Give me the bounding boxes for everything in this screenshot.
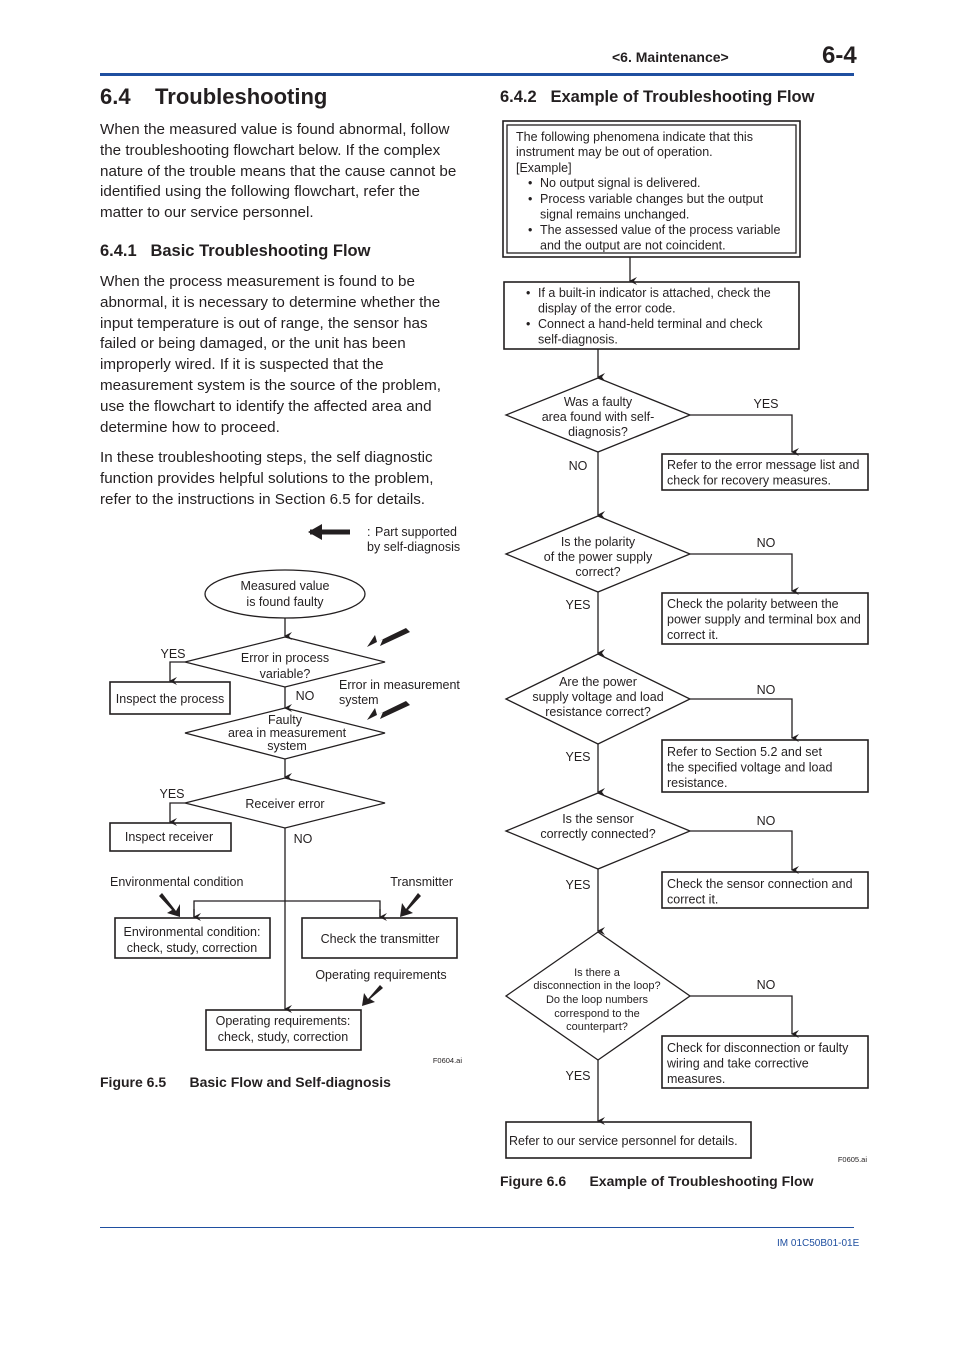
section-title: 6.4 Troubleshooting [100,84,328,109]
q2-line3: correct? [575,565,620,579]
yes-label: YES [565,1069,590,1083]
legend-label-line1: Part supported [375,525,457,539]
q5-line3: Do the loop numbers [546,994,649,1006]
figure-caption: Figure 6.5 Basic Flow and Self-diagnosis [100,1074,391,1090]
no-label: NO [296,689,315,703]
self-diagnosis-arrow-icon [362,985,383,1006]
check-item: Connect a hand-held terminal and check se… [538,317,763,347]
example-item: No output signal is delivered. [540,176,701,190]
example-item: The assessed value of the process variab… [540,223,780,253]
legend-arrowhead-icon [308,524,322,540]
q1-line1: Was a faulty [564,395,633,409]
operating-box-line2: check, study, correction [218,1030,348,1044]
self-diagnosis-arrow-icon [400,893,421,917]
q3-line1: Are the power [559,675,637,689]
no-label: NO [757,536,776,550]
q3-line2: supply voltage and load [532,690,663,704]
figure-caption: Figure 6.6 Example of Troubleshooting Fl… [500,1173,814,1189]
decision2-text-line2: area in measurement [228,726,347,740]
operating-box-line1: Operating requirements: [216,1014,351,1028]
operating-label: Operating requirements [315,968,446,982]
phenomena-text-line2: instrument may be out of operation. [516,145,713,159]
figure-file-id: F0605.ai [838,1155,868,1164]
yes-label: YES [565,750,590,764]
example-item: Process variable changes but the output s… [540,192,764,222]
paragraph-text: When the process measurement is found to… [100,273,442,436]
no-label: NO [569,459,588,473]
a3-text: Refer to Section 5.2 and set the specifie… [667,745,832,790]
yes-label: YES [160,647,185,661]
a4-text: Check the sensor connection and correct i… [667,877,853,907]
bullet-icon: • [526,286,530,300]
q2-line1: Is the polarity [561,535,636,549]
self-diagnosis-arrow-icon [159,893,180,917]
yes-label: YES [753,397,778,411]
basic-flow-diagram: : Part supported by self-diagnosis Measu… [109,524,463,1065]
q4-line1: Is the sensor [562,812,634,826]
running-header-section: <6. Maintenance> [612,49,729,65]
decision1-text-line1: Error in process [241,651,329,665]
q1-line3: diagnosis? [568,425,628,439]
a5-text: Check for disconnection or faulty wiring … [666,1041,849,1086]
final-text: Refer to our service personnel for detai… [509,1134,738,1148]
legend-colon: : [367,525,370,539]
q5-line2: disconnection in the loop? [533,980,660,992]
yes-label: YES [565,878,590,892]
header-rule [100,73,854,76]
environmental-box-line1: Environmental condition: [124,925,261,939]
bullet-icon: • [528,176,532,190]
self-diagnosis-arrow-icon [367,628,410,647]
q5-line5: counterpart? [566,1021,628,1033]
no-label: NO [757,683,776,697]
page-number: 6-4 [822,42,857,69]
bullet-icon: • [528,223,532,237]
bullet-icon: • [528,192,532,206]
no-label: NO [757,814,776,828]
decision2-text-line3: system [267,739,307,753]
q1-line2: area found with self- [542,410,655,424]
environmental-label: Environmental condition [110,875,243,889]
bullet-icon: • [526,317,530,331]
q3-line3: resistance correct? [545,705,651,719]
intro-paragraph: When the measured value is found abnorma… [100,120,460,224]
q5-line1: Is there a [574,967,621,979]
start-text-line2: is found faulty [246,595,324,609]
subsection-title-example: 6.4.2 Example of Troubleshooting Flow [500,88,815,106]
subsection-title-basic: 6.4.1 Basic Troubleshooting Flow [100,242,371,260]
legend-label-line2: by self-diagnosis [367,540,460,554]
a2-text: Check the polarity between the power supp… [667,597,861,642]
inspect-process-text: Inspect the process [116,692,224,706]
q2-line2: of the power supply [544,550,653,564]
phenomena-text-line1: The following phenomena indicate that th… [516,130,753,144]
a1-text: Refer to the error message list and check… [667,458,859,488]
example-flow-diagram: The following phenomena indicate that th… [502,120,869,1164]
check-transmitter-text: Check the transmitter [321,932,440,946]
transmitter-label: Transmitter [390,875,453,889]
phenomena-text-line3: [Example] [516,161,572,175]
intro-text: When the measured value is found abnorma… [100,121,457,222]
no-label: NO [294,832,313,846]
yes-label: YES [159,787,184,801]
start-terminal [204,569,366,619]
environmental-box-line2: check, study, correction [127,941,257,955]
figure-file-id: F0604.ai [433,1056,463,1065]
document-id: IM 01C50B01-01E [777,1238,860,1249]
q4-line2: correctly connected? [540,827,655,841]
q5-line4: correspond to the [554,1008,640,1020]
paragraph-text: In these troubleshooting steps, the self… [100,449,434,508]
basic-flow-paragraph-2: In these troubleshooting steps, the self… [100,448,460,510]
basic-flow-paragraph-1: When the process measurement is found to… [100,272,460,438]
check-item: If a built-in indicator is attached, che… [538,286,771,316]
decision3-text: Receiver error [245,797,324,811]
no-label: NO [757,978,776,992]
error-measurement-label-line2: system [339,693,379,707]
decision2-text-line1: Faulty [268,713,303,727]
footer-rule [100,1227,854,1228]
inspect-receiver-text: Inspect receiver [125,830,213,844]
yes-label: YES [565,598,590,612]
start-text-line1: Measured value [241,579,330,593]
error-measurement-label-line1: Error in measurement [339,678,460,692]
decision1-text-line2: variable? [260,667,311,681]
